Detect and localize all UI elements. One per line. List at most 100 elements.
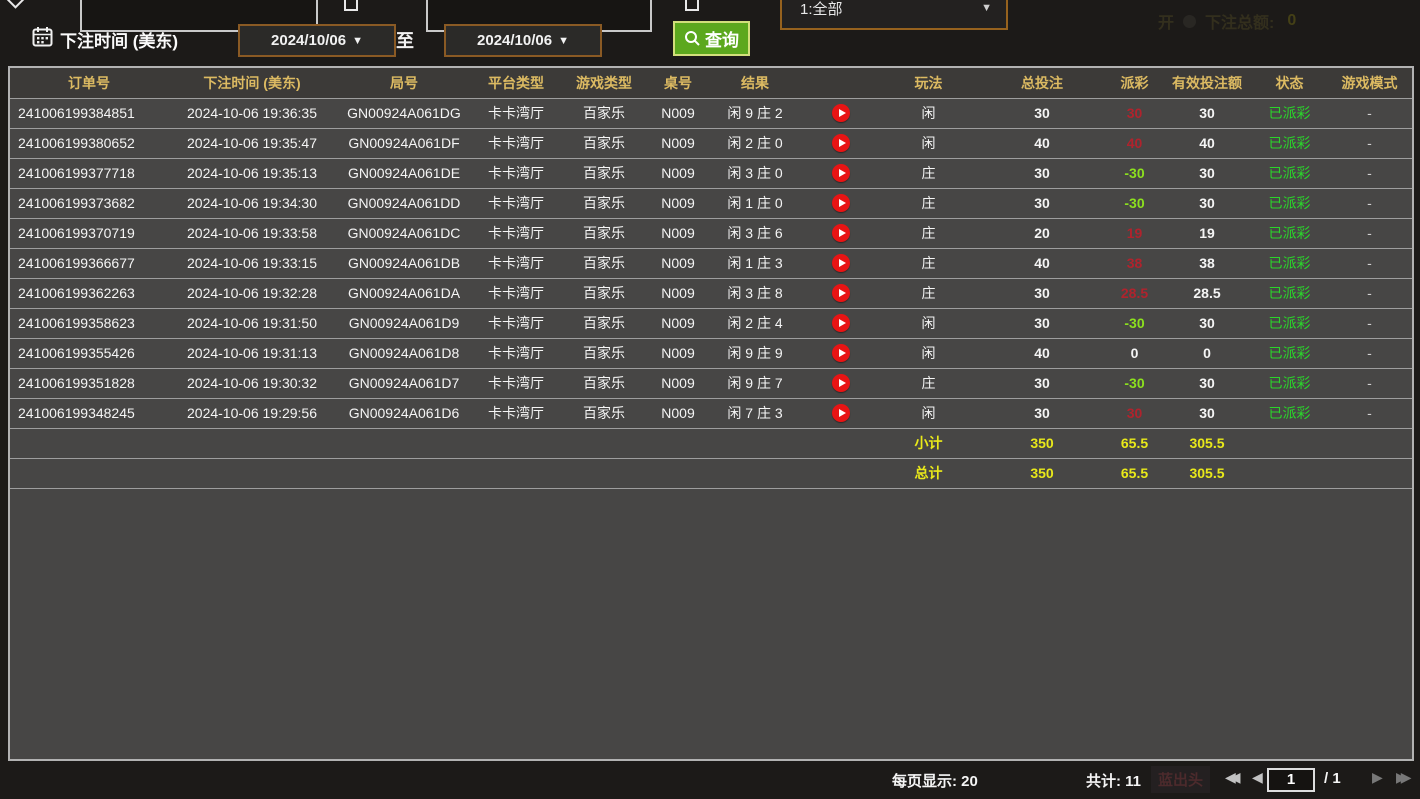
order-number-cell: 241006199348245: [10, 398, 168, 428]
play-cell: 庄: [880, 248, 977, 278]
round-number-cell: GN00924A061DC: [336, 218, 472, 248]
video-cell: [802, 278, 880, 308]
table-body: 241006199384851 2024-10-06 19:36:35 GN00…: [10, 98, 1412, 428]
checkbox-icon: [685, 0, 699, 11]
col-game-mode: 游戏模式: [1327, 68, 1412, 98]
grand-total-valid-bet: 305.5: [1162, 458, 1252, 488]
total-bet-cell: 30: [977, 368, 1107, 398]
grand-total-payout: 65.5: [1107, 458, 1162, 488]
platform-cell: 卡卡湾厅: [472, 248, 560, 278]
result-cell: 闲 7 庄 3: [708, 398, 802, 428]
platform-cell: 卡卡湾厅: [472, 158, 560, 188]
status-badge: 已派彩: [1252, 368, 1327, 398]
play-video-icon[interactable]: [832, 164, 850, 182]
bet-time-cell: 2024-10-06 19:31:13: [168, 338, 336, 368]
result-cell: 闲 9 庄 7: [708, 368, 802, 398]
query-button[interactable]: 查询: [673, 21, 750, 56]
status-badge: 已派彩: [1252, 338, 1327, 368]
game-mode-cell: -: [1327, 218, 1412, 248]
order-number-cell: 241006199380652: [10, 128, 168, 158]
bet-time-cell: 2024-10-06 19:35:47: [168, 128, 336, 158]
bet-time-cell: 2024-10-06 19:32:28: [168, 278, 336, 308]
order-number-cell: 241006199366677: [10, 248, 168, 278]
total-bet-cell: 30: [977, 158, 1107, 188]
calendar-icon: [32, 26, 53, 47]
date-from-picker[interactable]: 2024/10/06 ▼: [238, 24, 396, 57]
table-number-cell: N009: [648, 188, 708, 218]
round-number-cell: GN00924A061D6: [336, 398, 472, 428]
page-of-label: / 1: [1324, 770, 1341, 787]
first-page-icon[interactable]: ◀◀: [1225, 769, 1235, 786]
result-cell: 闲 2 庄 4: [708, 308, 802, 338]
game-type-cell: 百家乐: [560, 308, 648, 338]
game-mode-cell: -: [1327, 398, 1412, 428]
game-type-cell: 百家乐: [560, 128, 648, 158]
filter-select[interactable]: 1:全部 ▼: [780, 0, 1008, 30]
grand-total-row: 总计 350 65.5 305.5: [10, 458, 1412, 488]
checkbox-icon: [344, 0, 358, 11]
play-video-icon[interactable]: [832, 104, 850, 122]
play-cell: 庄: [880, 218, 977, 248]
payout-cell: -30: [1107, 368, 1162, 398]
col-result: 结果: [708, 68, 802, 98]
col-bet-time: 下注时间 (美东): [168, 68, 336, 98]
date-to-picker[interactable]: 2024/10/06 ▼: [444, 24, 602, 57]
table-row: 241006199358623 2024-10-06 19:31:50 GN00…: [10, 308, 1412, 338]
bet-time-cell: 2024-10-06 19:33:58: [168, 218, 336, 248]
table-row: 241006199355426 2024-10-06 19:31:13 GN00…: [10, 338, 1412, 368]
play-video-icon[interactable]: [832, 134, 850, 152]
page-number-input[interactable]: 1: [1267, 768, 1315, 792]
order-number-cell: 241006199362263: [10, 278, 168, 308]
order-number-cell: 241006199377718: [10, 158, 168, 188]
bet-time-cell: 2024-10-06 19:33:15: [168, 248, 336, 278]
total-bet-cell: 40: [977, 338, 1107, 368]
table-row: 241006199380652 2024-10-06 19:35:47 GN00…: [10, 128, 1412, 158]
pagination-bar: 每页显示: 20 共计: 11 蓝出头 ◀◀ ◀ 1 / 1 ▶ ▶▶: [0, 761, 1420, 799]
subtotal-label: 小计: [880, 428, 977, 458]
col-table-no: 桌号: [648, 68, 708, 98]
table-row: 241006199366677 2024-10-06 19:33:15 GN00…: [10, 248, 1412, 278]
table-number-cell: N009: [648, 248, 708, 278]
subtotal-row: 小计 350 65.5 305.5: [10, 428, 1412, 458]
status-badge: 已派彩: [1252, 308, 1327, 338]
play-video-icon[interactable]: [832, 194, 850, 212]
play-cell: 庄: [880, 158, 977, 188]
chevron-down-icon: ▼: [558, 35, 569, 47]
platform-cell: 卡卡湾厅: [472, 128, 560, 158]
subtotal-valid-bet: 305.5: [1162, 428, 1252, 458]
game-type-cell: 百家乐: [560, 98, 648, 128]
subtotal-total-bet: 350: [977, 428, 1107, 458]
dot-icon: [1183, 15, 1196, 28]
valid-bet-cell: 0: [1162, 338, 1252, 368]
valid-bet-cell: 30: [1162, 368, 1252, 398]
total-bet-cell: 30: [977, 308, 1107, 338]
next-page-icon[interactable]: ▶: [1372, 769, 1383, 786]
last-page-icon[interactable]: ▶▶: [1396, 769, 1406, 786]
table-number-cell: N009: [648, 158, 708, 188]
chevron-down-icon: ▼: [352, 35, 363, 47]
round-number-cell: GN00924A061DB: [336, 248, 472, 278]
round-number-cell: GN00924A061D9: [336, 308, 472, 338]
table-row: 241006199362263 2024-10-06 19:32:28 GN00…: [10, 278, 1412, 308]
table-row: 241006199370719 2024-10-06 19:33:58 GN00…: [10, 218, 1412, 248]
game-mode-cell: -: [1327, 308, 1412, 338]
play-video-icon[interactable]: [832, 404, 850, 422]
play-video-icon[interactable]: [832, 374, 850, 392]
total-bet-cell: 40: [977, 128, 1107, 158]
order-number-cell: 241006199351828: [10, 368, 168, 398]
valid-bet-cell: 30: [1162, 398, 1252, 428]
play-video-icon[interactable]: [832, 224, 850, 242]
round-number-cell: GN00924A061D7: [336, 368, 472, 398]
status-badge: 已派彩: [1252, 398, 1327, 428]
play-video-icon[interactable]: [832, 284, 850, 302]
game-mode-cell: -: [1327, 188, 1412, 218]
search-icon: [684, 30, 701, 47]
prev-page-icon[interactable]: ◀: [1252, 769, 1263, 786]
table-number-cell: N009: [648, 368, 708, 398]
play-video-icon[interactable]: [832, 344, 850, 362]
play-video-icon[interactable]: [832, 314, 850, 332]
valid-bet-cell: 19: [1162, 218, 1252, 248]
col-total-bet: 总投注: [977, 68, 1107, 98]
play-video-icon[interactable]: [832, 254, 850, 272]
game-type-cell: 百家乐: [560, 158, 648, 188]
